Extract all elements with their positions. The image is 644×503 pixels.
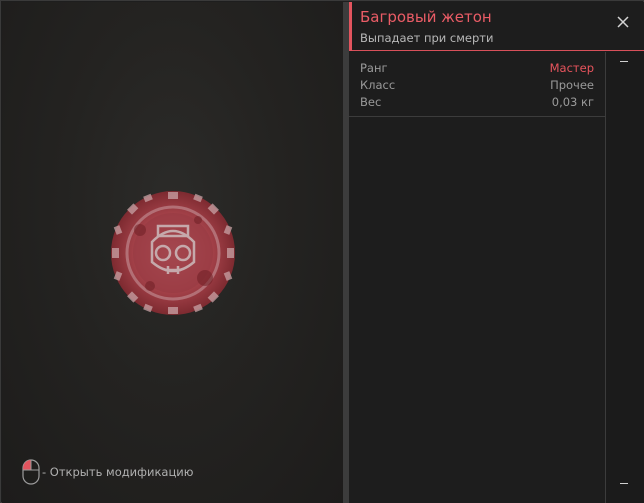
stat-row-rank: Ранг Мастер xyxy=(360,61,594,77)
stat-label: Ранг xyxy=(360,61,388,75)
item-header: Багровый жетон Выпадает при смерти xyxy=(349,2,644,51)
item-stats: Ранг Мастер Класс Прочее Вес 0,03 кг xyxy=(349,52,605,117)
header-accent-bar xyxy=(349,2,352,51)
item-title: Багровый жетон xyxy=(360,8,492,26)
scroll-down-icon[interactable] xyxy=(620,478,630,488)
item-preview-pane: - Открыть модификацию xyxy=(2,2,343,503)
item-subtitle: Выпадает при смерти xyxy=(360,31,494,45)
stat-label: Вес xyxy=(360,95,382,109)
stat-value: 0,03 кг xyxy=(551,95,594,109)
scroll-up-icon[interactable] xyxy=(620,56,630,66)
stat-row-class: Класс Прочее xyxy=(360,78,594,94)
stat-label: Класс xyxy=(360,78,396,92)
details-scrollbar[interactable] xyxy=(605,52,644,503)
mouse-left-click-icon xyxy=(22,459,40,485)
stat-row-weight: Вес 0,03 кг xyxy=(360,95,594,111)
item-info-window: - Открыть модификацию Багровый жетон Вып… xyxy=(0,0,644,503)
close-icon[interactable] xyxy=(613,12,633,32)
crimson-token-image xyxy=(111,191,235,315)
item-details-panel: Багровый жетон Выпадает при смерти Ранг … xyxy=(349,2,644,503)
stat-value-rank: Мастер xyxy=(549,61,594,75)
stat-value: Прочее xyxy=(550,78,594,92)
hint-text: - Открыть модификацию xyxy=(42,465,194,479)
